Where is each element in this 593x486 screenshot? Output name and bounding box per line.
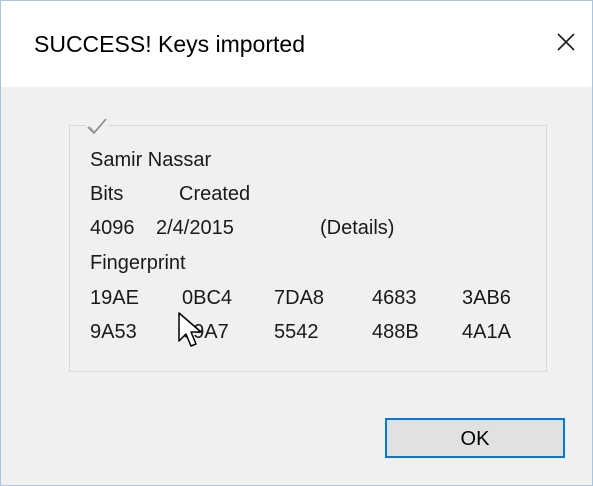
ok-button[interactable]: OK: [385, 418, 565, 458]
bits-label: Bits: [90, 183, 124, 205]
key-info-group: Samir Nassar Bits Created 4096 2/4/2015 …: [69, 116, 547, 372]
fingerprint-group: 0BC4: [182, 287, 233, 309]
dialog-content: Samir Nassar Bits Created 4096 2/4/2015 …: [1, 87, 592, 485]
bits-value: 4096: [90, 217, 135, 239]
fingerprint-group: 4A1A: [462, 321, 511, 343]
key-owner-name: Samir Nassar: [90, 149, 212, 171]
fingerprint-group: 4683: [372, 287, 417, 309]
created-label: Created: [179, 183, 251, 205]
fingerprint-group: 9A53: [90, 321, 137, 343]
checkmark-icon: [86, 116, 108, 136]
fingerprint-group: 3AB6: [462, 287, 511, 309]
title-bar: SUCCESS! Keys imported: [1, 1, 592, 87]
fingerprint-group: 488B: [372, 321, 419, 343]
dialog-title: SUCCESS! Keys imported: [34, 31, 305, 57]
created-value: 2/4/2015: [156, 217, 234, 239]
details-link[interactable]: (Details): [320, 217, 394, 240]
fingerprint-group: 69A7: [182, 321, 229, 343]
fingerprint-group: 19AE: [90, 287, 139, 309]
close-icon[interactable]: [549, 25, 583, 59]
fingerprint-group: 5542: [274, 321, 319, 343]
fingerprint-label: Fingerprint: [90, 252, 186, 274]
import-success-dialog: SUCCESS! Keys imported Samir Nassar Bits…: [0, 0, 593, 486]
fingerprint-group: 7DA8: [274, 287, 325, 309]
